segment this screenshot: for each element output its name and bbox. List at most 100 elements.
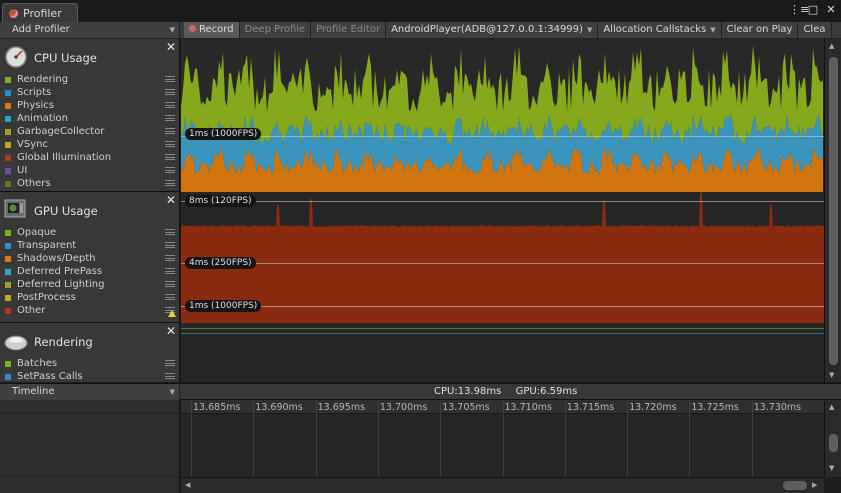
close-module-icon[interactable]: ✕ — [166, 193, 176, 207]
rendering-module[interactable]: Rendering ✕ Batches SetPass Calls — [0, 323, 179, 382]
legend-item-opaque[interactable]: Opaque — [0, 226, 179, 239]
timeline-tick-label: 13.695ms — [317, 402, 366, 413]
target-player-dropdown[interactable]: AndroidPlayer(ADB@127.0.0.1:34999) ▼ — [386, 22, 599, 38]
drag-handle-icon[interactable] — [165, 128, 175, 134]
drag-handle-icon[interactable] — [165, 281, 175, 287]
scroll-left-icon[interactable]: ◀ — [185, 481, 190, 489]
legend-item-other[interactable]: Other — [0, 304, 179, 317]
drag-handle-icon[interactable] — [165, 89, 175, 95]
close-module-icon[interactable]: ✕ — [166, 324, 176, 338]
scroll-down-icon[interactable]: ▼ — [829, 464, 834, 472]
scroll-down-icon[interactable]: ▼ — [829, 371, 834, 379]
legend-label: Animation — [17, 113, 68, 124]
legend-item-ui[interactable]: UI — [0, 164, 179, 177]
warning-icon[interactable] — [168, 310, 176, 317]
legend-color-swatch — [5, 295, 11, 301]
cpu-usage-module[interactable]: CPU Usage ✕ Rendering Scripts Physics Anima… — [0, 39, 179, 192]
gpu-usage-chart[interactable]: 8ms (120FPS) 4ms (250FPS) 1ms (1000FPS) — [181, 192, 824, 323]
legend-label: PostProcess — [17, 292, 76, 303]
record-icon — [189, 25, 196, 32]
clear-on-play-button[interactable]: Clear on Play — [721, 22, 799, 38]
gpu-fps-label-4ms: 4ms (250FPS) — [185, 257, 256, 269]
legend-item-scripts[interactable]: Scripts — [0, 86, 179, 99]
timeline-tick-label: 13.710ms — [504, 402, 552, 413]
legend-label: Physics — [17, 100, 54, 111]
chevron-down-icon: ▼ — [169, 26, 175, 34]
timeline-tick-label: 13.730ms — [753, 402, 802, 413]
target-player-label: AndroidPlayer(ADB@127.0.0.1:34999) — [391, 24, 583, 35]
drag-handle-icon[interactable] — [165, 76, 175, 82]
record-button[interactable]: Record — [184, 22, 240, 38]
drag-handle-icon[interactable] — [165, 167, 175, 173]
legend-item-global-illumination[interactable]: Global Illumination — [0, 151, 179, 164]
drag-handle-icon[interactable] — [165, 255, 175, 261]
scrollbar-thumb[interactable] — [829, 57, 838, 365]
scrollbar-thumb[interactable] — [783, 481, 807, 490]
legend-item-animation[interactable]: Animation — [0, 112, 179, 125]
timeline-threads-panel — [0, 400, 180, 493]
profiler-charts[interactable]: 1ms (1000FPS) 8ms (120FPS) 4ms (250FPS) … — [181, 39, 824, 382]
legend-item-transparent[interactable]: Transparent — [0, 239, 179, 252]
timeline-view[interactable]: 13.685ms 13.690ms 13.695ms 13.700ms 13.705ms… — [181, 400, 824, 477]
legend-item-deferred-prepass[interactable]: Deferred PrePass — [0, 265, 179, 278]
scrollbar-thumb[interactable] — [829, 434, 838, 452]
scroll-right-icon[interactable]: ▶ — [812, 481, 817, 489]
legend-item-deferred-lighting[interactable]: Deferred Lighting — [0, 278, 179, 291]
timeline-vertical-scrollbar[interactable]: ▲ ▼ — [824, 400, 841, 477]
window-menu-icon[interactable]: ⋮≡ — [789, 3, 809, 16]
drag-handle-icon[interactable] — [165, 154, 175, 160]
drag-handle-icon[interactable] — [165, 294, 175, 300]
clear-button[interactable]: Clea — [798, 22, 832, 38]
maximize-icon[interactable]: □ — [807, 3, 819, 16]
timeline-tick-label: 13.705ms — [442, 402, 490, 413]
view-mode-dropdown[interactable]: Timeline ▼ — [0, 384, 180, 400]
drag-handle-icon[interactable] — [165, 268, 175, 274]
timeline-tick-line — [627, 400, 629, 477]
drag-handle-icon[interactable] — [165, 360, 175, 366]
drag-handle-icon[interactable] — [165, 180, 175, 186]
legend-item-physics[interactable]: Physics — [0, 99, 179, 112]
close-module-icon[interactable]: ✕ — [166, 40, 176, 54]
gpu-fps-label-1ms: 1ms (1000FPS) — [185, 300, 262, 312]
legend-item-rendering[interactable]: Rendering — [0, 73, 179, 86]
drag-handle-icon[interactable] — [165, 141, 175, 147]
scroll-up-icon[interactable]: ▲ — [829, 42, 834, 50]
deep-profile-button[interactable]: Deep Profile — [239, 22, 312, 38]
timeline-tick-line — [315, 400, 317, 477]
legend-item-garbagecollector[interactable]: GarbageCollector — [0, 125, 179, 138]
drag-handle-icon[interactable] — [165, 115, 175, 121]
timeline-horizontal-scrollbar[interactable]: ◀ ▶ — [181, 477, 824, 493]
drag-handle-icon[interactable] — [165, 229, 175, 235]
cpu-usage-title: CPU Usage — [34, 51, 97, 65]
legend-label: Deferred PrePass — [17, 266, 103, 277]
timeline-tick-line — [377, 400, 379, 477]
add-profiler-dropdown[interactable]: Add Profiler ▼ — [0, 22, 180, 38]
legend-color-swatch — [5, 256, 11, 262]
legend-item-postprocess[interactable]: PostProcess — [0, 291, 179, 304]
timeline-tick-label: 13.715ms — [566, 402, 615, 413]
rendering-chart[interactable] — [181, 323, 824, 382]
drag-handle-icon[interactable] — [165, 373, 175, 379]
gpu-1ms-guide-line — [181, 306, 824, 307]
legend-item-vsync[interactable]: VSync — [0, 138, 179, 151]
cpu-usage-graph[interactable] — [181, 39, 824, 192]
legend-item-others[interactable]: Others — [0, 177, 179, 190]
legend-color-swatch — [5, 90, 11, 96]
legend-item-shadows-depth[interactable]: Shadows/Depth — [0, 252, 179, 265]
profile-editor-button[interactable]: Profile Editor — [311, 22, 387, 38]
timeline-tick-line — [502, 400, 504, 477]
chevron-down-icon: ▼ — [710, 26, 716, 34]
gpu-usage-module[interactable]: GPU Usage ✕ Opaque Transparent Shadows/Dep… — [0, 192, 179, 323]
gpu-usage-graph[interactable] — [181, 192, 824, 323]
drag-handle-icon[interactable] — [165, 102, 175, 108]
gpu-card-icon — [4, 199, 26, 218]
modules-vertical-scrollbar[interactable]: ▲ ▼ — [824, 39, 841, 382]
close-window-icon[interactable]: ✕ — [825, 3, 837, 16]
scroll-up-icon[interactable]: ▲ — [829, 403, 834, 411]
profiler-tab[interactable]: Profiler — [2, 3, 78, 22]
legend-item-setpass-calls[interactable]: SetPass Calls — [0, 370, 179, 382]
cpu-usage-chart[interactable]: 1ms (1000FPS) — [181, 39, 824, 192]
allocation-callstacks-dropdown[interactable]: Allocation Callstacks ▼ — [598, 22, 722, 38]
drag-handle-icon[interactable] — [165, 242, 175, 248]
legend-item-batches[interactable]: Batches — [0, 357, 179, 370]
